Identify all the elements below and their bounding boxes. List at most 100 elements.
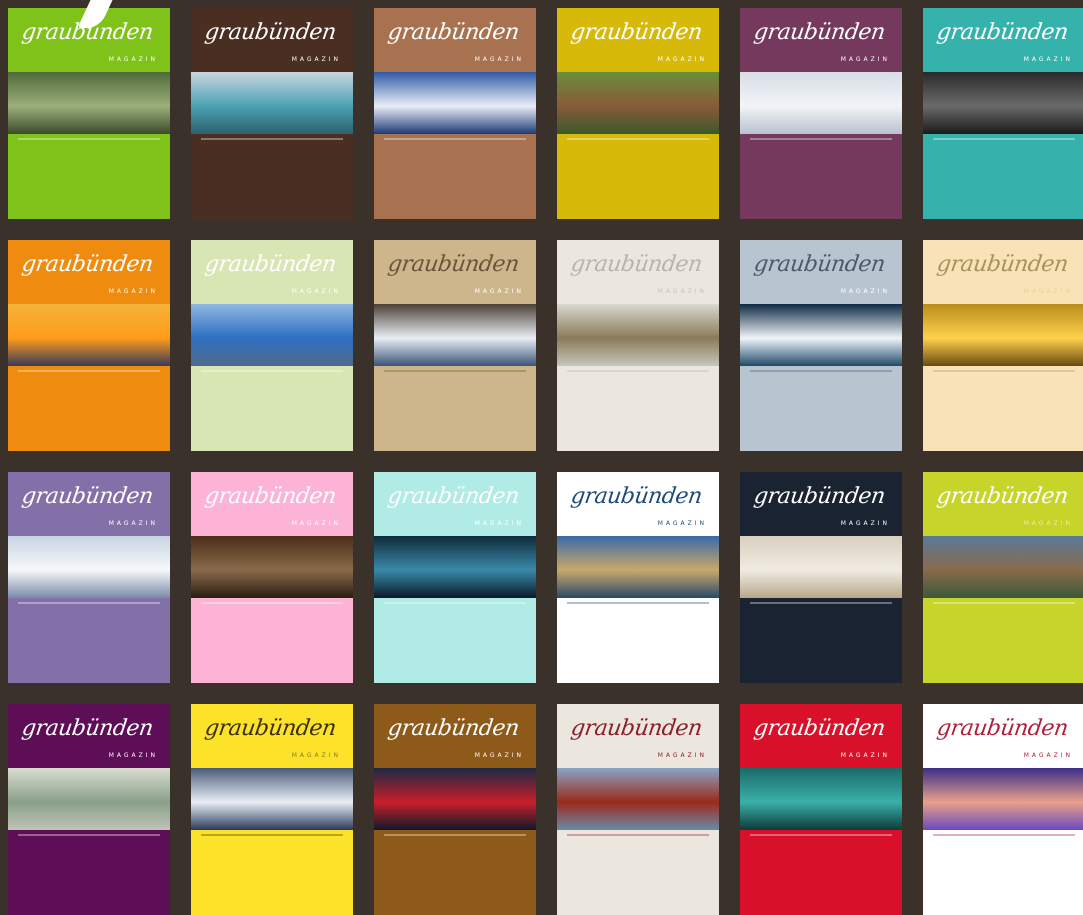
magazine-cover[interactable]: graubünden MAGAZIN xyxy=(923,472,1083,683)
cover-caption-line xyxy=(384,602,526,604)
magazine-cover[interactable]: graubünden MAGAZIN xyxy=(557,472,719,683)
cover-caption-line xyxy=(567,138,709,140)
cover-caption-line xyxy=(567,834,709,836)
magazine-cover[interactable]: graubünden MAGAZIN xyxy=(374,472,536,683)
cover-subtitle: MAGAZIN xyxy=(474,752,524,759)
cover-logo: graubünden xyxy=(752,252,887,277)
cover-subtitle: MAGAZIN xyxy=(291,56,341,63)
cover-color-block xyxy=(191,366,353,451)
cover-subtitle: MAGAZIN xyxy=(108,288,158,295)
cover-header: graubünden MAGAZIN xyxy=(557,704,719,768)
cover-photo xyxy=(740,536,902,598)
cover-color-block xyxy=(923,366,1083,451)
cover-color-block xyxy=(557,134,719,219)
magazine-cover[interactable]: graubünden MAGAZIN xyxy=(191,472,353,683)
cover-color-block xyxy=(740,134,902,219)
magazine-cover[interactable]: graubünden MAGAZIN xyxy=(923,8,1083,219)
magazine-cover[interactable]: graubünden MAGAZIN xyxy=(191,704,353,915)
cover-logo: graubünden xyxy=(752,484,887,509)
cover-header: graubünden MAGAZIN xyxy=(374,472,536,536)
cover-photo xyxy=(557,768,719,830)
cover-logo: graubünden xyxy=(20,252,155,277)
magazine-cover[interactable]: graubünden MAGAZIN xyxy=(8,240,170,451)
cover-header: graubünden MAGAZIN xyxy=(557,8,719,72)
cover-logo: graubünden xyxy=(569,20,704,45)
cover-caption-line xyxy=(18,834,160,836)
magazine-cover[interactable]: graubünden MAGAZIN xyxy=(557,704,719,915)
cover-color-block xyxy=(8,598,170,683)
cover-logo: graubünden xyxy=(935,20,1070,45)
cover-subtitle: MAGAZIN xyxy=(291,752,341,759)
cover-caption-line xyxy=(18,602,160,604)
cover-color-block xyxy=(8,830,170,915)
cover-caption-line xyxy=(18,370,160,372)
cover-logo: graubünden xyxy=(386,20,521,45)
cover-photo xyxy=(923,304,1083,366)
cover-logo: graubünden xyxy=(935,716,1070,741)
magazine-cover[interactable]: graubünden MAGAZIN xyxy=(191,240,353,451)
cover-color-block xyxy=(8,134,170,219)
magazine-cover[interactable]: graubünden MAGAZIN xyxy=(8,472,170,683)
cover-header: graubünden MAGAZIN xyxy=(191,704,353,768)
magazine-cover[interactable]: graubünden MAGAZIN xyxy=(740,8,902,219)
magazine-cover[interactable]: graubünden MAGAZIN xyxy=(191,8,353,219)
cover-photo xyxy=(923,72,1083,134)
cover-subtitle: MAGAZIN xyxy=(657,520,707,527)
cover-logo: graubünden xyxy=(752,716,887,741)
cover-caption-line xyxy=(567,602,709,604)
cover-color-block xyxy=(374,830,536,915)
cover-caption-line xyxy=(933,370,1075,372)
magazine-cover[interactable]: graubünden MAGAZIN xyxy=(374,8,536,219)
magazine-cover[interactable]: graubünden MAGAZIN xyxy=(8,8,170,219)
magazine-cover[interactable]: graubünden MAGAZIN xyxy=(923,240,1083,451)
cover-caption-line xyxy=(750,138,892,140)
cover-logo: graubünden xyxy=(569,252,704,277)
cover-color-block xyxy=(374,366,536,451)
cover-caption-line xyxy=(750,602,892,604)
cover-logo: graubünden xyxy=(203,716,338,741)
magazine-cover[interactable]: graubünden MAGAZIN xyxy=(557,8,719,219)
cover-caption-line xyxy=(201,602,343,604)
cover-header: graubünden MAGAZIN xyxy=(923,8,1083,72)
cover-caption-line xyxy=(750,834,892,836)
cover-photo xyxy=(8,304,170,366)
cover-photo xyxy=(740,304,902,366)
cover-caption-line xyxy=(384,834,526,836)
cover-photo xyxy=(374,304,536,366)
cover-subtitle: MAGAZIN xyxy=(657,288,707,295)
cover-photo xyxy=(557,536,719,598)
cover-subtitle: MAGAZIN xyxy=(840,520,890,527)
cover-photo xyxy=(740,768,902,830)
cover-subtitle: MAGAZIN xyxy=(840,752,890,759)
cover-photo xyxy=(557,72,719,134)
cover-photo xyxy=(8,768,170,830)
cover-color-block xyxy=(740,366,902,451)
cover-header: graubünden MAGAZIN xyxy=(191,240,353,304)
cover-header: graubünden MAGAZIN xyxy=(374,240,536,304)
cover-subtitle: MAGAZIN xyxy=(1023,56,1073,63)
cover-logo: graubünden xyxy=(752,20,887,45)
cover-subtitle: MAGAZIN xyxy=(108,752,158,759)
cover-caption-line xyxy=(201,138,343,140)
cover-photo xyxy=(923,768,1083,830)
magazine-cover[interactable]: graubünden MAGAZIN xyxy=(557,240,719,451)
cover-color-block xyxy=(191,134,353,219)
cover-header: graubünden MAGAZIN xyxy=(557,240,719,304)
magazine-cover[interactable]: graubünden MAGAZIN xyxy=(374,704,536,915)
magazine-cover[interactable]: graubünden MAGAZIN xyxy=(740,704,902,915)
cover-subtitle: MAGAZIN xyxy=(657,752,707,759)
magazine-cover[interactable]: graubünden MAGAZIN xyxy=(374,240,536,451)
magazine-cover[interactable]: graubünden MAGAZIN xyxy=(8,704,170,915)
cover-logo: graubünden xyxy=(935,484,1070,509)
magazine-cover[interactable]: graubünden MAGAZIN xyxy=(740,472,902,683)
cover-color-block xyxy=(923,830,1083,915)
cover-header: graubünden MAGAZIN xyxy=(191,8,353,72)
cover-photo xyxy=(923,536,1083,598)
cover-subtitle: MAGAZIN xyxy=(108,520,158,527)
magazine-cover[interactable]: graubünden MAGAZIN xyxy=(923,704,1083,915)
magazine-cover[interactable]: graubünden MAGAZIN xyxy=(740,240,902,451)
cover-photo xyxy=(557,304,719,366)
cover-header: graubünden MAGAZIN xyxy=(923,704,1083,768)
cover-header: graubünden MAGAZIN xyxy=(740,704,902,768)
cover-caption-line xyxy=(384,370,526,372)
